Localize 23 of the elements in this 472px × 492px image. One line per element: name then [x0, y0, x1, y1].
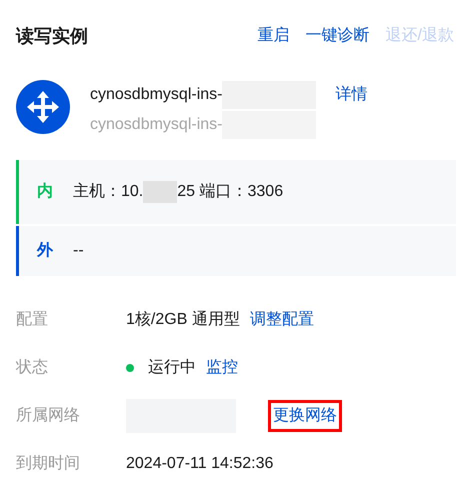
field-label: 所属网络	[16, 406, 81, 426]
field-value: 2024-07-11 14:52:36	[126, 454, 274, 474]
instance-id: cynosdbmysql-ins-	[90, 85, 222, 105]
action-link[interactable]: 重启	[258, 24, 290, 48]
endpoint-label: 内	[37, 182, 54, 202]
endpoint-address: 25 端口：3306	[177, 182, 284, 202]
endpoint-address: --	[73, 241, 84, 261]
instance-name: cynosdbmysql-ins-	[90, 115, 222, 135]
endpoint-address: 主机：10.	[73, 182, 144, 202]
action-link[interactable]: 一键诊断	[306, 24, 370, 48]
field-link[interactable]: 调整配置	[250, 308, 314, 332]
field-link[interactable]: 监控	[206, 356, 238, 380]
move-arrows-icon	[16, 80, 70, 134]
endpoint-label: 外	[37, 240, 54, 261]
field-label: 状态	[16, 358, 49, 378]
panel-title: 读写实例	[16, 24, 88, 48]
field-link[interactable]: 更换网络	[268, 400, 342, 432]
redaction-block	[143, 181, 178, 203]
field-label: 配置	[16, 310, 49, 330]
field-label: 到期时间	[16, 454, 81, 474]
details-link[interactable]: 详情	[335, 83, 368, 107]
field-value: 运行中	[148, 358, 196, 378]
field-value: 1核/2GB 通用型	[126, 310, 240, 330]
